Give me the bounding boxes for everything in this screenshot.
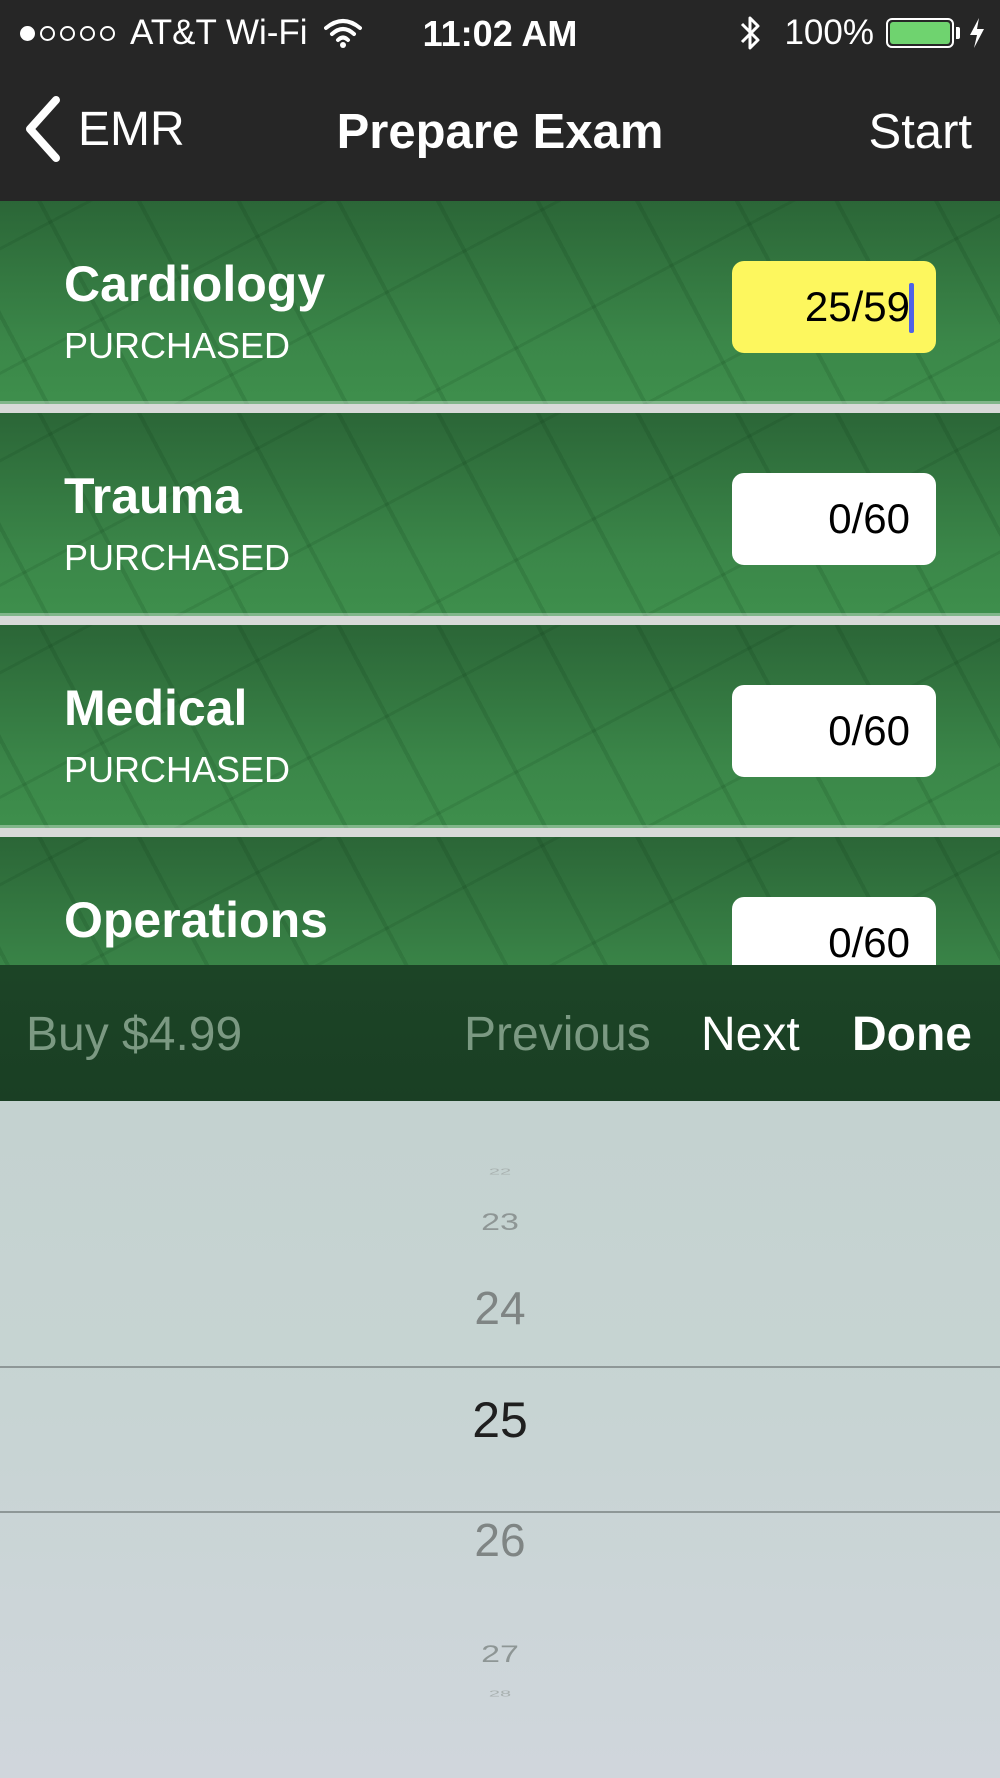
category-status: PURCHASED: [64, 325, 291, 366]
picker-selected-option[interactable]: 25: [0, 1391, 1000, 1449]
category-name: Cardiology: [64, 256, 326, 312]
bluetooth-icon: [741, 16, 760, 50]
picker-option[interactable]: 26: [0, 1513, 1000, 1567]
picker-option[interactable]: 23: [0, 1208, 1000, 1236]
question-count-value: 0/60: [828, 495, 910, 542]
picker-option[interactable]: 27: [0, 1640, 1000, 1668]
page-title: Prepare Exam: [336, 105, 664, 159]
picker-option[interactable]: 24: [0, 1281, 1000, 1335]
charging-bolt-icon: [970, 18, 984, 48]
category-row-trauma[interactable]: Trauma PURCHASED 0/60: [0, 413, 1000, 616]
battery-percent: 100%: [784, 13, 874, 52]
number-picker-wheel[interactable]: 22 23 24 25 26 27 28: [0, 1101, 1000, 1778]
question-count-field[interactable]: 0/60: [732, 897, 936, 965]
category-name: Trauma: [64, 468, 242, 524]
category-row-cardiology[interactable]: Cardiology PURCHASED 25/59: [0, 201, 1000, 404]
question-count-value: 0/60: [828, 707, 910, 754]
next-button[interactable]: Next: [701, 1007, 800, 1062]
question-count-value: 0/60: [828, 919, 910, 965]
question-count-field[interactable]: 0/60: [732, 685, 936, 777]
battery-cap: [956, 27, 960, 39]
category-row-medical[interactable]: Medical PURCHASED 0/60: [0, 625, 1000, 828]
question-count-field[interactable]: 0/60: [732, 473, 936, 565]
question-count-field[interactable]: 25/59: [732, 261, 936, 353]
screen: AT&T Wi-Fi 11:02 AM 100% EMR Prepare Exa…: [0, 0, 1000, 1778]
done-button[interactable]: Done: [852, 1007, 972, 1062]
picker-option[interactable]: 22: [0, 1168, 1000, 1177]
category-row-operations[interactable]: Operations 0/60: [0, 837, 1000, 965]
previous-button[interactable]: Previous: [464, 1007, 651, 1062]
buy-button[interactable]: Buy $4.99: [26, 1007, 242, 1062]
picker-option[interactable]: 28: [0, 1690, 1000, 1699]
picker-selection-top-line: [0, 1366, 1000, 1368]
navigation-bar: EMR Prepare Exam Start: [0, 66, 1000, 201]
start-button[interactable]: Start: [869, 104, 972, 160]
question-count-value: 25/59: [804, 283, 910, 330]
status-bar: AT&T Wi-Fi 11:02 AM 100%: [0, 0, 1000, 66]
keyboard-toolbar: Buy $4.99 Previous Next Done: [0, 965, 1000, 1101]
battery-icon: [886, 18, 954, 48]
battery-level: [890, 22, 950, 44]
category-status: PURCHASED: [64, 537, 291, 578]
text-cursor: [909, 283, 914, 333]
category-name: Operations: [64, 892, 328, 948]
status-right: 100%: [738, 13, 986, 53]
category-list: Cardiology PURCHASED 25/59 Trauma PURCHA…: [0, 201, 1000, 965]
category-status: PURCHASED: [64, 749, 291, 790]
category-name: Medical: [64, 680, 248, 736]
